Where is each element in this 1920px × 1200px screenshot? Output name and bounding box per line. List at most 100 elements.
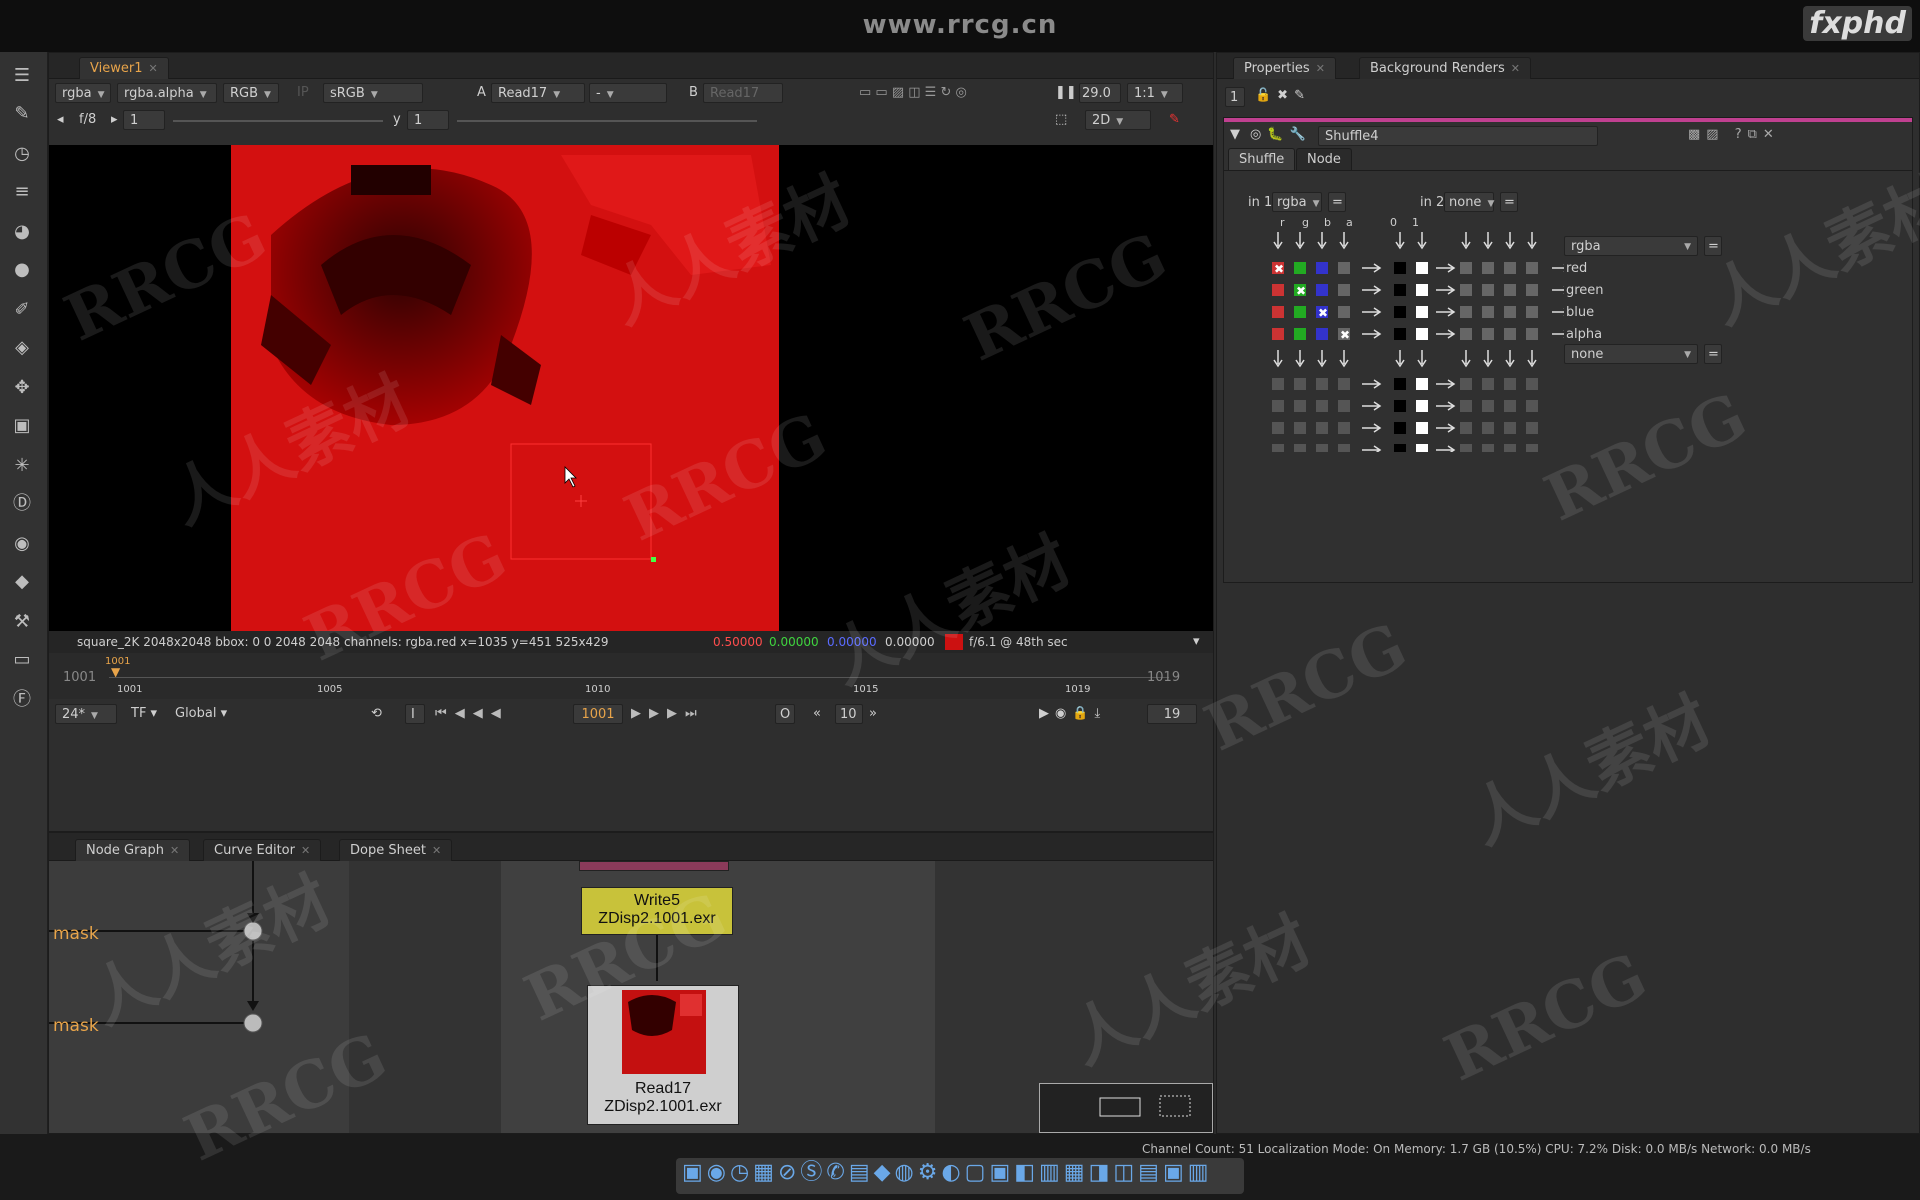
close-icon[interactable]: ✕ — [432, 844, 441, 857]
shuffle-cell-out[interactable] — [1504, 328, 1516, 340]
draw-icon[interactable]: ✎ — [10, 102, 34, 126]
read17-node[interactable]: Read17 ZDisp2.1001.exr — [587, 985, 739, 1125]
shuffle-cell-empty[interactable] — [1294, 422, 1306, 434]
shuffle-cell-empty[interactable] — [1338, 422, 1350, 434]
shuffle-cell-0[interactable] — [1394, 284, 1406, 296]
shuffle-cell-out[interactable] — [1526, 422, 1538, 434]
viewport[interactable] — [49, 145, 1213, 631]
shuffle-cell[interactable] — [1294, 262, 1306, 274]
shuffle-cell-0[interactable] — [1394, 378, 1406, 390]
in1-expand-button[interactable]: = — [1328, 192, 1346, 212]
flipbook-icons[interactable]: ▶◉🔒⤓ — [1039, 705, 1106, 723]
shuffle-cell-0[interactable] — [1394, 400, 1406, 412]
shuffle-cell-out[interactable] — [1504, 262, 1516, 274]
composite-select[interactable]: - ▼ — [589, 83, 667, 103]
view-mode-select[interactable]: 2D ▼ — [1085, 110, 1151, 130]
gain-field[interactable]: 1 — [123, 110, 165, 130]
out1-select[interactable]: rgba ▼ — [1564, 236, 1698, 256]
shuffle-cell-empty[interactable] — [1338, 444, 1350, 452]
shuffle-cell-out[interactable] — [1460, 284, 1472, 296]
roi-icon[interactable]: ⬚ — [1055, 111, 1067, 129]
shuffle-cell-empty[interactable] — [1316, 444, 1328, 452]
shuffle-cell-1[interactable] — [1416, 328, 1428, 340]
shuffle-cell-out[interactable] — [1460, 422, 1472, 434]
shuffle-cell-out[interactable] — [1460, 378, 1472, 390]
shuffle-cell-out[interactable] — [1482, 262, 1494, 274]
shuffle-cell-empty[interactable] — [1338, 378, 1350, 390]
shuffle-cell-0[interactable] — [1394, 444, 1406, 452]
shuffle-cell-out[interactable] — [1526, 262, 1538, 274]
shuffle-cell-1[interactable] — [1416, 444, 1428, 452]
shuffle-cell-1[interactable] — [1416, 378, 1428, 390]
close-icon[interactable]: ✕ — [301, 844, 310, 857]
skip-forward-icon[interactable]: » — [869, 705, 877, 723]
shuffle-cell-out[interactable] — [1526, 400, 1538, 412]
shuffle-matrix[interactable]: ✖ ✖ ✖ ✖ — [1264, 232, 1564, 452]
other-icon[interactable]: ▭ — [10, 648, 34, 672]
lut-select[interactable]: sRGB ▼ — [323, 83, 423, 103]
shuffle-cell-empty[interactable] — [1294, 400, 1306, 412]
in-button[interactable]: I — [405, 704, 425, 724]
input-a-select[interactable]: Read17 ▼ — [491, 83, 585, 103]
shuffle-cell-1[interactable] — [1416, 400, 1428, 412]
shuffle-cell-out[interactable] — [1526, 306, 1538, 318]
shuffle-cell-out[interactable] — [1482, 422, 1494, 434]
node-name-field[interactable]: Shuffle4 — [1318, 126, 1598, 146]
channel-icon[interactable]: ≡ — [10, 180, 34, 204]
merge-icon[interactable]: ◈ — [10, 336, 34, 360]
deep-icon[interactable]: Ⓓ — [10, 492, 34, 516]
tab-dope-sheet[interactable]: Dope Sheet ✕ — [339, 839, 453, 861]
transport-back-buttons[interactable]: ⏮◀◀◀ — [435, 705, 509, 723]
subtab-shuffle[interactable]: Shuffle — [1228, 148, 1296, 170]
viewer-tools-icons[interactable]: ▭ ▭ ▨ ◫ ☰ ↻ ◎ — [859, 84, 967, 102]
shuffle-cell[interactable] — [1316, 262, 1328, 274]
shuffle-cell-out[interactable] — [1504, 284, 1516, 296]
keyer-icon[interactable]: ✐ — [10, 298, 34, 322]
shuffle-cell-out[interactable] — [1460, 444, 1472, 452]
shuffle-cell-out[interactable] — [1482, 400, 1494, 412]
shuffle-cell-1[interactable] — [1416, 284, 1428, 296]
zoom-select[interactable]: 1:1 ▼ — [1127, 83, 1183, 103]
shuffle-cell[interactable] — [1338, 284, 1350, 296]
node-toggle-icons[interactable]: ◎🐛🔧 — [1250, 126, 1312, 144]
fps-select[interactable]: 24* ▼ — [55, 704, 117, 724]
shuffle-cell-0[interactable] — [1394, 422, 1406, 434]
shuffle-cell-empty[interactable] — [1272, 422, 1284, 434]
loop-icon[interactable]: ⟲ — [371, 705, 382, 723]
current-frame-field[interactable]: 1001 — [573, 704, 623, 724]
shuffle-cell[interactable] — [1294, 306, 1306, 318]
shuffle-cell-out[interactable] — [1526, 328, 1538, 340]
tab-background-renders[interactable]: Background Renders ✕ — [1359, 57, 1531, 79]
shuffle-cell-out[interactable] — [1504, 378, 1516, 390]
gamma-slider[interactable] — [457, 120, 757, 122]
tab-curve-editor[interactable]: Curve Editor ✕ — [203, 839, 322, 861]
shuffle-cell-0[interactable] — [1394, 306, 1406, 318]
out-button[interactable]: O — [775, 704, 795, 724]
transport-forward-buttons[interactable]: ▶▶▶⏭ — [631, 705, 705, 723]
end-frame-field[interactable]: 19 — [1147, 704, 1197, 724]
shuffle-cell-empty[interactable] — [1338, 400, 1350, 412]
shuffle-cell-1[interactable] — [1416, 422, 1428, 434]
shuffle-cell-0[interactable] — [1394, 262, 1406, 274]
shuffle-cell[interactable] — [1316, 328, 1328, 340]
shuffle-cell-empty[interactable] — [1272, 400, 1284, 412]
ip-button[interactable]: IP — [297, 84, 309, 102]
in2-expand-button[interactable]: = — [1500, 192, 1518, 212]
shuffle-cell-empty[interactable] — [1316, 422, 1328, 434]
scope-select[interactable]: Global ▾ — [175, 705, 227, 723]
tab-properties[interactable]: Properties ✕ — [1233, 57, 1336, 79]
shuffle-cell[interactable] — [1316, 284, 1328, 296]
3d-icon[interactable]: ▣ — [10, 414, 34, 438]
gamma-field[interactable]: 1 — [407, 110, 449, 130]
shuffle-cell[interactable] — [1294, 328, 1306, 340]
shuffle-cell-out[interactable] — [1504, 422, 1516, 434]
dock-app-icons[interactable]: ▣◉◷▦⊘Ⓢ✆▤◆◍⚙◐▢▣◧▥▦◨◫▤▣▥ — [682, 1162, 1213, 1184]
shuffle-cell-out[interactable] — [1504, 306, 1516, 318]
shuffle-cell-out[interactable] — [1526, 444, 1538, 452]
shuffle-cell-out[interactable] — [1460, 306, 1472, 318]
shuffle-cell[interactable] — [1272, 328, 1284, 340]
shuffle-cell-out[interactable] — [1482, 378, 1494, 390]
input-b-select[interactable]: Read17 — [703, 83, 783, 103]
shuffle-cell-empty[interactable] — [1316, 400, 1328, 412]
shuffle-cell-empty[interactable] — [1316, 378, 1328, 390]
